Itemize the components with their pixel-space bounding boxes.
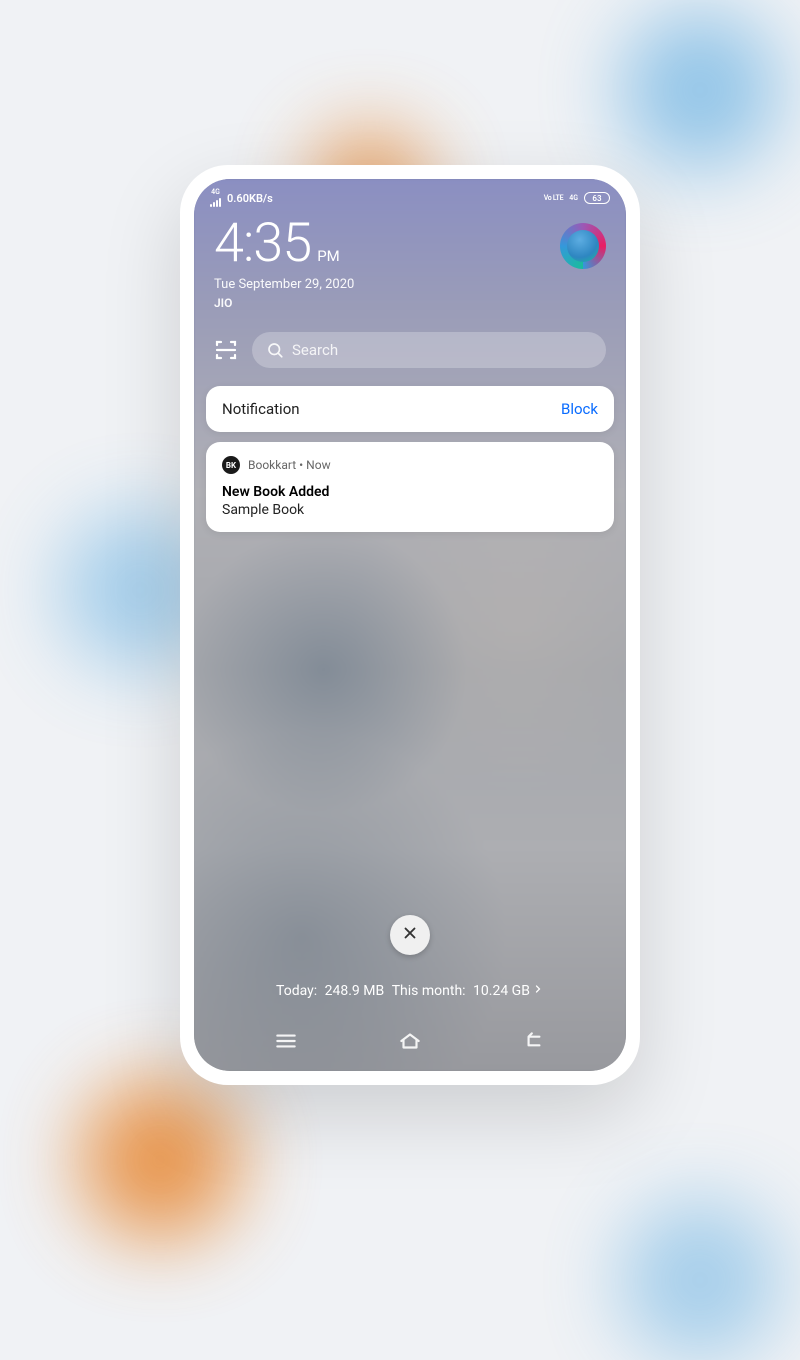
scan-icon[interactable] xyxy=(214,338,238,362)
status-bar: 4G 0.60KB/s Vo LTE 4G 63 xyxy=(194,179,626,211)
clock-hours-minutes: 4:35 xyxy=(214,217,311,271)
data-usage-month-value: 10.24 GB xyxy=(473,983,530,999)
data-usage-today-value: 248.9 MB xyxy=(325,983,385,999)
jovi-assistant-icon[interactable] xyxy=(560,223,606,269)
block-button[interactable]: Block xyxy=(561,400,598,418)
data-usage-row[interactable]: Today: 248.9 MB This month: 10.24 GB xyxy=(194,983,626,999)
app-icon: BK xyxy=(222,456,240,474)
app-name: Bookkart • Now xyxy=(248,458,331,472)
data-speed: 0.60KB/s xyxy=(227,192,273,205)
search-input[interactable]: Search xyxy=(252,332,606,368)
notification-section-title: Notification xyxy=(222,400,300,418)
clock-time: 4:35 PM xyxy=(214,217,354,271)
data-usage-today-label: Today: xyxy=(276,983,317,999)
battery-icon: 63 xyxy=(584,192,610,204)
search-placeholder: Search xyxy=(292,341,338,359)
notification-header-card: Notification Block xyxy=(206,386,614,432)
notification-card[interactable]: BK Bookkart • Now New Book Added Sample … xyxy=(206,442,614,532)
back-button[interactable] xyxy=(521,1028,547,1054)
chevron-right-icon xyxy=(532,983,544,999)
search-icon xyxy=(266,341,284,359)
network-type-right: 4G xyxy=(569,195,578,202)
signal-icon: 4G xyxy=(210,189,221,207)
navigation-bar xyxy=(194,1019,626,1071)
clock-date: Tue September 29, 2020 xyxy=(214,277,354,292)
clock-ampm: PM xyxy=(317,247,340,271)
device-frame: 4G 0.60KB/s Vo LTE 4G 63 4:35 PM xyxy=(180,165,640,1085)
close-icon xyxy=(401,924,419,946)
home-button[interactable] xyxy=(397,1028,423,1054)
device-screen: 4G 0.60KB/s Vo LTE 4G 63 4:35 PM xyxy=(194,179,626,1071)
carrier-label: JIO xyxy=(214,296,354,310)
notification-title: New Book Added xyxy=(222,484,598,500)
notification-body: Sample Book xyxy=(222,502,598,518)
data-usage-month-label: This month: xyxy=(392,983,466,999)
volte-indicator: Vo LTE xyxy=(544,195,564,202)
clear-all-button[interactable] xyxy=(390,915,430,955)
recents-button[interactable] xyxy=(273,1028,299,1054)
